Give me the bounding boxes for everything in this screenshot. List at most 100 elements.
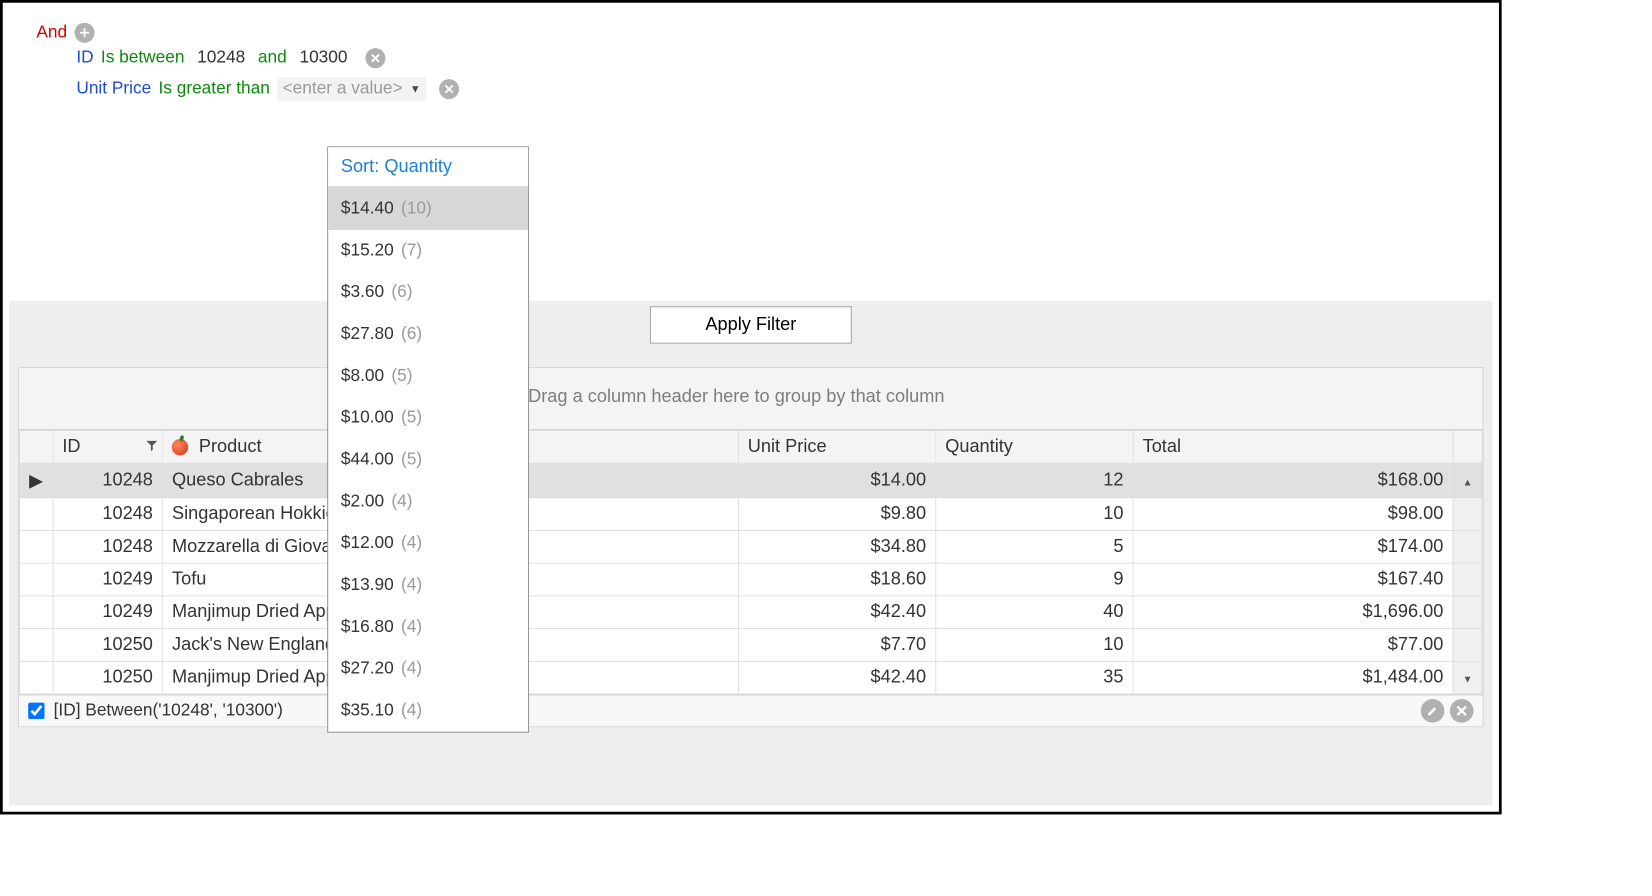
cell-unitprice: $7.70	[738, 629, 935, 662]
column-header-total[interactable]: Total	[1133, 430, 1453, 463]
list-item[interactable]: $14.40(10)	[328, 188, 528, 230]
list-item[interactable]: $8.00 (5)	[328, 355, 528, 397]
filter-enabled-checkbox[interactable]	[28, 703, 44, 719]
table-row[interactable]: 10248Singaporean Hokkien Fried Mee$9.801…	[20, 498, 1483, 531]
filter-expression-text[interactable]: [ID] Between('10248', '10300')	[54, 701, 1416, 721]
filter-editor: And ID Is between 10248 and 10300 Unit P…	[9, 9, 1492, 301]
apply-filter-button[interactable]: Apply Filter	[650, 306, 852, 343]
list-item[interactable]: $12.00(4)	[328, 523, 528, 565]
grid-filter-bar: [ID] Between('10248', '10300')	[19, 694, 1482, 726]
list-item[interactable]: $10.00(5)	[328, 397, 528, 439]
column-header-quantity[interactable]: Quantity	[936, 430, 1133, 463]
list-item-count: (4)	[401, 701, 422, 721]
filter-operator-between[interactable]: Is between	[101, 48, 185, 68]
cell-id: 10250	[53, 629, 163, 662]
list-item-value: $3.60	[341, 283, 384, 303]
value-suggestion-popup: Sort: Quantity $14.40(10)$15.20(7)$3.60(…	[327, 146, 529, 732]
list-item[interactable]: $16.80(4)	[328, 606, 528, 648]
cell-quantity: 10	[936, 629, 1133, 662]
list-item[interactable]: $3.60(6)	[328, 272, 528, 314]
cell-unitprice: $42.40	[738, 596, 935, 629]
list-item-value: $13.90	[341, 575, 394, 595]
list-item-count: (6)	[401, 325, 422, 345]
filter-root-operator[interactable]: And	[36, 23, 67, 43]
list-item[interactable]: $35.10 (4)	[328, 690, 528, 732]
list-item-value: $35.10	[341, 701, 394, 721]
row-indicator-cell	[20, 596, 53, 629]
table-row[interactable]: 10250Jack's New England Clam Chowder$7.7…	[20, 629, 1483, 662]
list-item-count: (7)	[401, 241, 422, 261]
cell-unitprice: $18.60	[738, 563, 935, 596]
list-item-count: (4)	[391, 492, 412, 512]
column-header-unitprice[interactable]: Unit Price	[738, 430, 935, 463]
edit-filter-button[interactable]	[1421, 699, 1445, 723]
scrollbar-cell[interactable]: ▼	[1453, 661, 1482, 694]
cell-id: 10248	[53, 530, 163, 563]
filter-funnel-icon[interactable]	[146, 436, 159, 457]
list-item-count: (5)	[401, 450, 422, 470]
filter-value-dropdown[interactable]: <enter a value> ▼	[277, 77, 426, 101]
row-indicator-cell	[20, 530, 53, 563]
list-item[interactable]: $27.80(6)	[328, 314, 528, 356]
filter-placeholder: <enter a value>	[283, 79, 403, 99]
list-item-value: $2.00	[341, 492, 384, 512]
scrollbar-cell	[1453, 596, 1482, 629]
list-item-value: $44.00	[341, 450, 394, 470]
scrollbar-cell	[1453, 498, 1482, 531]
cell-unitprice: $42.40	[738, 661, 935, 694]
filter-field-unitprice[interactable]: Unit Price	[76, 79, 151, 99]
table-row[interactable]: 10250Manjimup Dried Apples$42.4035$1,484…	[20, 661, 1483, 694]
remove-condition-button[interactable]	[366, 48, 386, 68]
scrollbar-cell[interactable]: ▲	[1453, 463, 1482, 498]
add-condition-button[interactable]	[74, 23, 94, 43]
filter-field-id[interactable]: ID	[76, 48, 93, 68]
data-grid: Drag a column header here to group by th…	[18, 367, 1483, 727]
list-item-value: $8.00	[341, 366, 384, 386]
cell-id: 10250	[53, 661, 163, 694]
scrollbar-header	[1453, 430, 1482, 463]
list-item-count: (5)	[391, 366, 412, 386]
cell-id: 10249	[53, 596, 163, 629]
filter-value-2[interactable]: 10300	[299, 48, 347, 68]
list-item[interactable]: $27.20(4)	[328, 648, 528, 690]
cell-total: $1,696.00	[1133, 596, 1453, 629]
scrollbar-cell	[1453, 530, 1482, 563]
table-row[interactable]: 10249Manjimup Dried Apples$42.4040$1,696…	[20, 596, 1483, 629]
filter-value-1[interactable]: 10248	[197, 48, 245, 68]
value-listbox[interactable]: $14.40(10)$15.20(7)$3.60(6)$27.80(6)$8.0…	[328, 187, 528, 731]
scrollbar-cell	[1453, 629, 1482, 662]
popup-sort-header[interactable]: Sort: Quantity	[328, 147, 528, 187]
cell-total: $168.00	[1133, 463, 1453, 498]
clear-filter-button[interactable]	[1450, 699, 1474, 723]
list-item-value: $16.80	[341, 617, 394, 637]
list-item-count: (5)	[401, 408, 422, 428]
list-item[interactable]: $44.00 (5)	[328, 439, 528, 481]
list-item[interactable]: $2.00 (4)	[328, 481, 528, 523]
list-item-value: $27.20	[341, 659, 394, 679]
column-header-id[interactable]: ID	[53, 430, 163, 463]
row-indicator-cell	[20, 629, 53, 662]
list-item[interactable]: $15.20(7)	[328, 230, 528, 272]
column-header-product-label: Product	[199, 436, 262, 456]
apply-filter-bar: Apply Filter	[9, 301, 1492, 349]
cell-quantity: 35	[936, 661, 1133, 694]
cell-total: $174.00	[1133, 530, 1453, 563]
cell-quantity: 9	[936, 563, 1133, 596]
scrollbar-cell	[1453, 563, 1482, 596]
cell-id: 10248	[53, 498, 163, 531]
cell-unitprice: $9.80	[738, 498, 935, 531]
table-row[interactable]: ▶10248Queso Cabrales$14.0012$168.00▲	[20, 463, 1483, 498]
cell-id: 10248	[53, 463, 163, 498]
row-indicator-cell	[20, 661, 53, 694]
filter-operator-greater[interactable]: Is greater than	[158, 79, 269, 99]
table-row[interactable]: 10249Tofu$18.609$167.40	[20, 563, 1483, 596]
cell-quantity: 40	[936, 596, 1133, 629]
dropdown-arrow-icon: ▼	[410, 83, 421, 96]
list-item-value: $12.00	[341, 534, 394, 554]
table-row[interactable]: 10248Mozzarella di Giovanni$34.805$174.0…	[20, 530, 1483, 563]
remove-condition-button[interactable]	[439, 79, 459, 99]
cell-unitprice: $34.80	[738, 530, 935, 563]
group-by-panel[interactable]: Drag a column header here to group by th…	[19, 368, 1482, 430]
list-item[interactable]: $13.90(4)	[328, 564, 528, 606]
cell-total: $1,484.00	[1133, 661, 1453, 694]
